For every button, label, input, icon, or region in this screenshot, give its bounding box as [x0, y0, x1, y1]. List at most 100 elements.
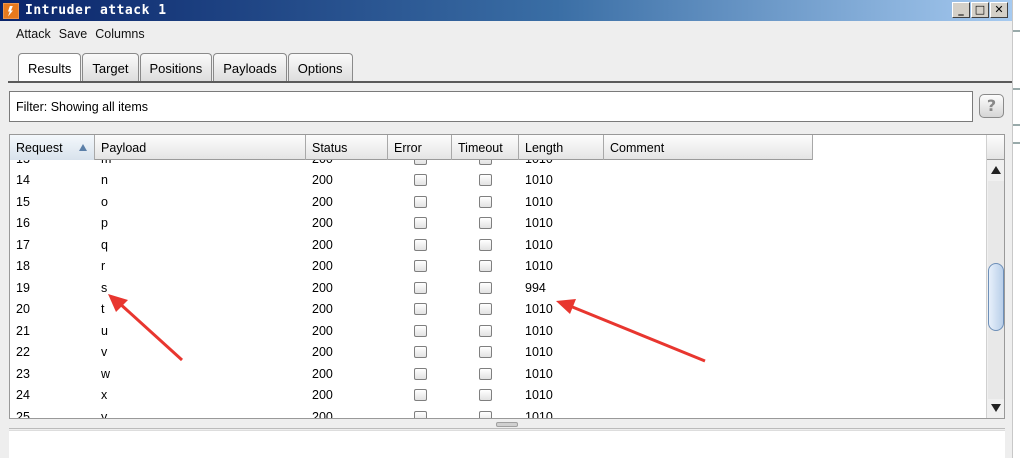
- cell-length: 1010: [525, 388, 553, 403]
- cell-payload: p: [101, 216, 108, 231]
- table-row[interactable]: 22 v 200 1010: [10, 342, 813, 364]
- column-header-error[interactable]: Error: [388, 135, 452, 160]
- cell-length: 1010: [525, 409, 553, 419]
- cell-error: [388, 213, 452, 235]
- window-controls: _ □ ✕: [952, 2, 1008, 18]
- cell-payload: n: [101, 173, 108, 188]
- cell-request: 20: [16, 302, 30, 317]
- column-header-status[interactable]: Status: [306, 135, 388, 160]
- cell-length: 1010: [525, 323, 553, 338]
- table-row[interactable]: 18 r 200 1010: [10, 256, 813, 278]
- cell-timeout: [452, 213, 519, 235]
- checkbox-icon: [479, 324, 492, 337]
- table-row[interactable]: 25 y 200 1010: [10, 406, 813, 419]
- cell-timeout: [452, 191, 519, 213]
- cell-length: 1010: [519, 160, 604, 170]
- request-detail-pane: [9, 430, 1005, 458]
- menu-attack[interactable]: Attack: [12, 27, 55, 41]
- cell-length: 994: [525, 280, 546, 295]
- results-panel: Results Target Positions Payloads Option…: [0, 47, 1012, 458]
- table-row[interactable]: 14 n 200 1010: [10, 170, 813, 192]
- cell-request: 18: [16, 259, 30, 274]
- cell-error: [388, 406, 452, 418]
- cell-request: 21: [16, 323, 30, 338]
- table-row[interactable]: 17 q 200 1010: [10, 234, 813, 256]
- minimize-button[interactable]: _: [952, 2, 970, 18]
- cell-status: 200: [306, 160, 388, 170]
- help-button[interactable]: ?: [979, 94, 1004, 118]
- vertical-scrollbar[interactable]: [986, 135, 1004, 418]
- table-row[interactable]: 23 w 200 1010: [10, 363, 813, 385]
- cell-payload: v: [101, 345, 108, 360]
- cell-error: [388, 299, 452, 321]
- checkbox-icon: [413, 367, 427, 380]
- checkbox-icon: [413, 324, 427, 337]
- table-row[interactable]: 13m200 1010: [10, 160, 813, 170]
- cell-request: 14: [16, 173, 30, 188]
- burp-app-icon: [3, 2, 19, 19]
- close-button[interactable]: ✕: [990, 2, 1008, 18]
- cell-timeout: [452, 406, 519, 418]
- cell-payload: y: [101, 409, 108, 419]
- tab-target[interactable]: Target: [82, 53, 139, 82]
- window-right-edge: [1012, 0, 1020, 458]
- checkbox-icon: [413, 410, 427, 418]
- menu-columns[interactable]: Columns: [91, 27, 148, 41]
- table-row[interactable]: 20 t 200 1010: [10, 299, 813, 321]
- cell-error: [388, 320, 452, 342]
- checkbox-icon: [413, 389, 427, 402]
- scroll-down-arrow-icon[interactable]: [988, 400, 1004, 416]
- checkbox-icon: [479, 281, 492, 294]
- table-row[interactable]: 16 p 200 1010: [10, 213, 813, 235]
- results-table: Request Payload Status Error Timeout Len…: [9, 134, 1005, 419]
- cell-request: 15: [16, 194, 30, 209]
- table-row[interactable]: 21 u 200 1010: [10, 320, 813, 342]
- checkbox-icon: [479, 217, 492, 230]
- cell-payload: s: [101, 280, 108, 295]
- cell-timeout: [452, 160, 519, 170]
- checkbox-icon: [413, 281, 427, 294]
- scrollbar-header-cap: [987, 135, 1004, 160]
- cell-error: [388, 160, 452, 170]
- cell-comment: [604, 342, 813, 364]
- table-row[interactable]: 24 x 200 1010: [10, 385, 813, 407]
- cell-length: 1010: [525, 237, 553, 252]
- cell-error: [388, 363, 452, 385]
- table-row[interactable]: 19 s 200 994: [10, 277, 813, 299]
- table-row[interactable]: 15 o 200 1010: [10, 191, 813, 213]
- menu-bar: Attack Save Columns: [0, 21, 1012, 47]
- tab-results[interactable]: Results: [18, 53, 82, 83]
- cell-status: 200: [312, 237, 333, 252]
- split-grip-icon[interactable]: [496, 422, 518, 427]
- cell-payload: t: [101, 302, 105, 317]
- cell-comment: [604, 170, 813, 192]
- scrollbar-thumb[interactable]: [988, 263, 1004, 331]
- cell-length: 1010: [525, 366, 553, 381]
- column-header-request[interactable]: Request: [10, 135, 95, 160]
- cell-timeout: [452, 234, 519, 256]
- cell-payload: u: [101, 323, 108, 338]
- tab-options[interactable]: Options: [287, 53, 353, 82]
- split-pane-divider[interactable]: [9, 421, 1005, 429]
- tab-payloads[interactable]: Payloads: [213, 53, 287, 82]
- cell-error: [388, 170, 452, 192]
- cell-status: 200: [312, 173, 333, 188]
- column-header-length[interactable]: Length: [519, 135, 604, 160]
- menu-save[interactable]: Save: [55, 27, 92, 41]
- column-header-comment[interactable]: Comment: [604, 135, 813, 160]
- maximize-button[interactable]: □: [971, 2, 989, 18]
- checkbox-icon: [413, 160, 427, 165]
- window-titlebar[interactable]: Intruder attack 1 _ □ ✕: [0, 0, 1012, 21]
- cell-comment: [604, 160, 813, 170]
- cell-payload: r: [101, 259, 106, 274]
- column-header-timeout[interactable]: Timeout: [452, 135, 519, 160]
- filter-bar[interactable]: Filter: Showing all items: [9, 91, 973, 122]
- cell-comment: [604, 385, 813, 407]
- column-header-payload[interactable]: Payload: [95, 135, 306, 160]
- cell-request: 19: [16, 280, 30, 295]
- tab-positions[interactable]: Positions: [139, 53, 213, 82]
- scroll-up-arrow-icon[interactable]: [988, 162, 1004, 178]
- cell-timeout: [452, 256, 519, 278]
- checkbox-icon: [479, 303, 492, 316]
- cell-length: 1010: [525, 302, 553, 317]
